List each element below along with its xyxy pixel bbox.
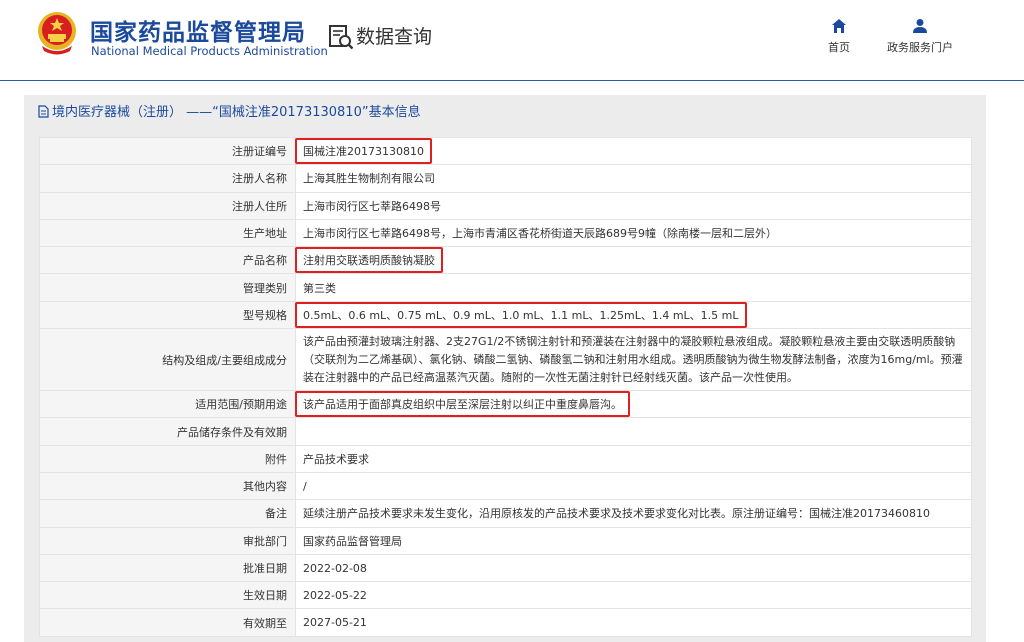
field-value: 该产品由预灌封玻璃注射器、2支27G1/2不锈钢注射针和预灌装在注射器中的凝胶颗… <box>295 328 972 392</box>
field-label: 注册人住所 <box>39 191 296 220</box>
field-label: 注册证编号 <box>39 136 296 166</box>
table-row: 生效日期 2022-05-22 <box>39 581 972 610</box>
site-name-cn[interactable]: 国家药品监督管理局 <box>90 13 306 47</box>
field-value: 2027-05-21 <box>295 608 972 637</box>
table-row: 注册证编号 国械注准20173130810 <box>39 136 972 166</box>
field-label: 审批部门 <box>39 526 296 555</box>
panel-title: 境内医疗器械（注册） ——“国械注准20173130810”基本信息 <box>24 95 986 131</box>
document-icon <box>38 105 49 118</box>
table-row: 审批部门 国家药品监督管理局 <box>39 526 972 555</box>
nav-home[interactable]: 首页 <box>823 18 855 55</box>
data-query-icon <box>329 25 354 50</box>
table-row: 生产地址 上海市闵行区七莘路6498号，上海市青浦区香花桥街道天辰路689号9幢（… <box>39 218 972 248</box>
field-label: 备注 <box>39 499 296 528</box>
table-row: 型号规格 0.5mL、0.6 mL、0.75 mL、0.9 mL、1.0 mL、1… <box>39 300 972 330</box>
table-row: 管理类别 第三类 <box>39 273 972 302</box>
field-label: 其他内容 <box>39 471 296 501</box>
home-icon <box>832 19 846 33</box>
field-value: 国家药品监督管理局 <box>295 526 972 555</box>
table-row: 备注 延续注册产品技术要求未发生变化，沿用原核发的产品技术要求及技术要求变化对比表… <box>39 499 972 528</box>
field-value: 上海其胜生物制剂有限公司 <box>295 164 972 193</box>
table-row: 其他内容 / <box>39 471 972 501</box>
field-label: 有效期至 <box>39 608 296 637</box>
highlighted-value: 0.5mL、0.6 mL、0.75 mL、0.9 mL、1.0 mL、1.1 m… <box>295 301 747 328</box>
field-value: 上海市闵行区七莘路6498号，上海市青浦区香花桥街道天辰路689号9幢（除南楼一… <box>295 218 972 248</box>
national-emblem-icon <box>38 12 76 55</box>
highlighted-value: 注射用交联透明质酸钠凝胶 <box>295 247 443 274</box>
table-row: 适用范围/预期用途 该产品适用于面部真皮组织中层至深层注射以纠正中重度鼻唇沟。 <box>39 390 972 419</box>
field-label: 产品名称 <box>39 246 296 275</box>
info-table: 注册证编号 国械注准20173130810 注册人名称 上海其胜生物制剂有限公司 注册人… <box>39 136 972 637</box>
highlighted-value: 该产品适用于面部真皮组织中层至深层注射以纠正中重度鼻唇沟。 <box>295 391 630 418</box>
field-value: 上海市闵行区七莘路6498号 <box>295 191 972 220</box>
user-icon <box>913 19 927 33</box>
field-value <box>295 417 972 446</box>
panel-title-text: 境内医疗器械（注册） ——“国械注准20173130810”基本信息 <box>52 105 421 120</box>
field-label: 注册人名称 <box>39 164 296 193</box>
site-header: 国家药品监督管理局 National Medical Products Admi… <box>0 0 1024 81</box>
field-label: 型号规格 <box>39 300 296 330</box>
table-row: 注册人住所 上海市闵行区七莘路6498号 <box>39 191 972 220</box>
field-value: 2022-05-22 <box>295 581 972 610</box>
nav-portal-label: 政务服务门户 <box>887 41 953 54</box>
field-label: 产品储存条件及有效期 <box>39 417 296 446</box>
field-label: 结构及组成/主要组成成分 <box>39 328 296 392</box>
field-value: 延续注册产品技术要求未发生变化，沿用原核发的产品技术要求及技术要求变化对比表。原… <box>295 499 972 528</box>
nav-home-label: 首页 <box>828 41 850 54</box>
table-row: 附件 产品技术要求 <box>39 444 972 473</box>
field-value: 2022-02-08 <box>295 553 972 583</box>
field-value: 国械注准20173130810 <box>295 136 972 166</box>
field-value: 产品技术要求 <box>295 444 972 473</box>
table-row: 产品名称 注射用交联透明质酸钠凝胶 <box>39 246 972 275</box>
info-table-wrap: 注册证编号 国械注准20173130810 注册人名称 上海其胜生物制剂有限公司 注册人… <box>39 136 972 637</box>
field-label: 生效日期 <box>39 581 296 610</box>
field-value: 第三类 <box>295 273 972 302</box>
table-row: 注册人名称 上海其胜生物制剂有限公司 <box>39 164 972 193</box>
nav-service-portal[interactable]: 政务服务门户 <box>880 18 960 55</box>
highlighted-value: 国械注准20173130810 <box>295 138 432 165</box>
table-row: 产品储存条件及有效期 <box>39 417 972 446</box>
field-value: 注射用交联透明质酸钠凝胶 <box>295 246 972 275</box>
section-title: 数据查询 <box>356 26 433 48</box>
table-row: 有效期至 2027-05-21 <box>39 608 972 637</box>
table-row: 批准日期 2022-02-08 <box>39 553 972 583</box>
field-label: 批准日期 <box>39 553 296 583</box>
field-value: / <box>295 471 972 501</box>
field-value: 该产品适用于面部真皮组织中层至深层注射以纠正中重度鼻唇沟。 <box>295 390 972 419</box>
table-row: 结构及组成/主要组成成分 该产品由预灌封玻璃注射器、2支27G1/2不锈钢注射针和… <box>39 328 972 392</box>
field-value: 0.5mL、0.6 mL、0.75 mL、0.9 mL、1.0 mL、1.1 m… <box>295 300 972 330</box>
site-name-en[interactable]: National Medical Products Administration <box>91 44 328 58</box>
field-label: 管理类别 <box>39 273 296 302</box>
detail-panel: 境内医疗器械（注册） ——“国械注准20173130810”基本信息 注册证编号… <box>24 95 986 642</box>
field-label: 生产地址 <box>39 218 296 248</box>
field-label: 适用范围/预期用途 <box>39 390 296 419</box>
field-label: 附件 <box>39 444 296 473</box>
